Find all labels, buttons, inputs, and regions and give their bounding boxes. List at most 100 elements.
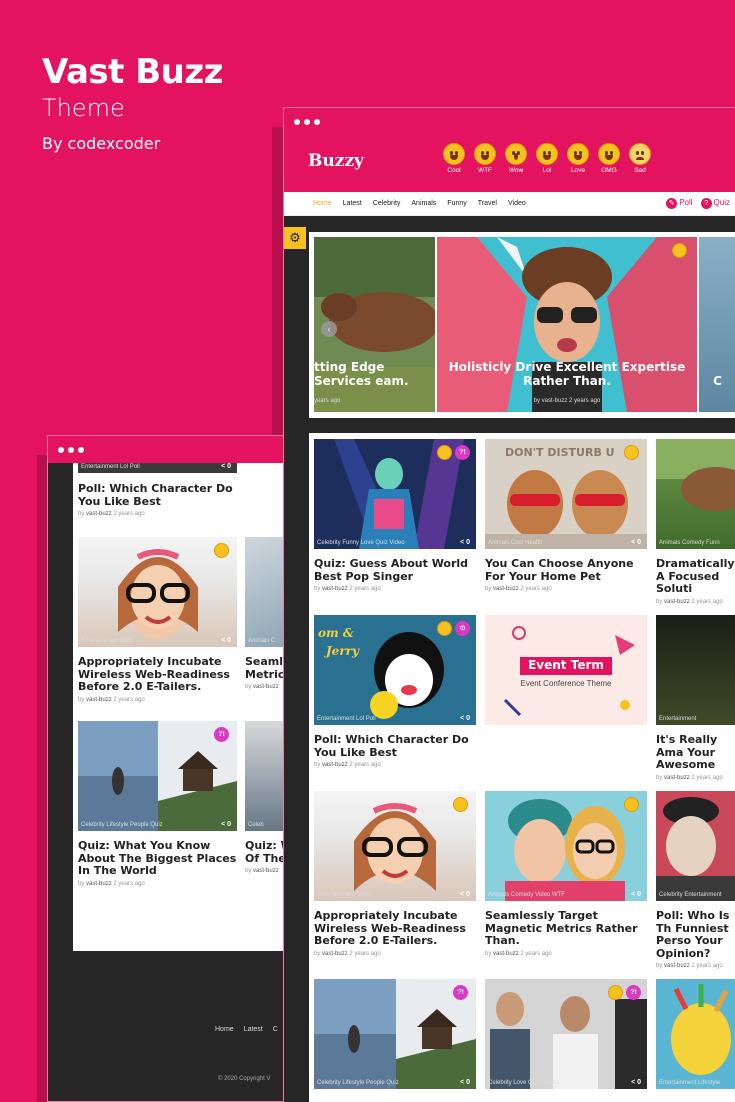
post-card[interactable]: om & Jerry ⊙ Entertainment Lol Poll < 0 …: [314, 615, 476, 768]
reaction-omg[interactable]: OMG: [597, 143, 621, 174]
post-title[interactable]: Poll: Which Character Do You Like Best: [78, 482, 237, 508]
slider-prev-icon[interactable]: ‹: [321, 321, 337, 337]
slide-caption[interactable]: C: [699, 374, 735, 388]
reaction-lol[interactable]: Lol: [535, 143, 559, 174]
post-thumbnail[interactable]: Animals Comedy Funn: [656, 439, 735, 549]
reaction-sad[interactable]: Sad: [628, 143, 652, 174]
post-title[interactable]: You Can Choose Anyone For Your Home Pet: [485, 557, 647, 583]
post-title[interactable]: Dramatically A Focused Soluti: [656, 557, 735, 596]
post-thumbnail[interactable]: Entertainment OMG < 0: [314, 791, 476, 901]
post-card[interactable]: Entertainment It's Really Ama Your Aweso…: [656, 615, 735, 781]
slide[interactable]: ‹ tting Edge Services eam. years ago: [314, 237, 435, 412]
reaction-wtf[interactable]: WTF: [473, 143, 497, 174]
ad-card[interactable]: Event Term Event Conference Theme: [485, 615, 647, 725]
post-thumbnail[interactable]: ?! Celebrity Funny Love Quiz Video < 0: [314, 439, 476, 549]
post-card[interactable]: Celebrity Entertainment Poll: Who Is Th …: [656, 791, 735, 969]
share-count[interactable]: < 0: [631, 539, 641, 546]
share-count[interactable]: < 0: [631, 1079, 641, 1086]
slide-caption[interactable]: tting Edge Services eam.: [314, 360, 435, 388]
post-thumbnail[interactable]: Entertainment OMG < 0: [78, 537, 237, 647]
nav-item-celebrity[interactable]: Celebrity: [373, 200, 401, 207]
nav-item-video[interactable]: Video: [508, 200, 526, 207]
post-tags: Celeb: [248, 822, 264, 828]
footer-nav-item[interactable]: C: [273, 1026, 278, 1033]
share-count[interactable]: < 0: [460, 715, 470, 722]
share-count[interactable]: < 0: [221, 821, 231, 828]
slide-caption[interactable]: Holisticly Drive Excellent Expertise Rat…: [437, 360, 697, 388]
ad-banner[interactable]: Event Term Event Conference Theme: [485, 615, 647, 725]
slide-author[interactable]: vast-buzz: [542, 398, 568, 404]
quiz-link[interactable]: ? Quiz: [700, 198, 730, 209]
nav-item-animals[interactable]: Animals: [411, 200, 436, 207]
slide[interactable]: Holisticly Drive Excellent Expertise Rat…: [437, 237, 697, 412]
post-card[interactable]: ?! Celebrity Lifestyle People Quiz < 0: [314, 979, 476, 1089]
post-card[interactable]: Entertainment OMG < 0 Appropriately Incu…: [314, 791, 476, 957]
post-title[interactable]: Poll: Which Character Do You Like Best: [314, 733, 476, 759]
post-author[interactable]: vast-buzz: [493, 951, 519, 957]
post-title[interactable]: Quiz: What You Know About The Biggest Pl…: [78, 839, 237, 878]
post-card[interactable]: Entertainment Lol Poll < 0 Poll: Which C…: [78, 463, 237, 517]
share-count[interactable]: < 0: [460, 1079, 470, 1086]
post-author[interactable]: vast-buzz: [322, 586, 348, 592]
post-thumbnail[interactable]: ?! Celebrity Lifestyle People Quiz < 0: [78, 721, 237, 831]
footer-nav-item[interactable]: Home: [215, 1026, 234, 1033]
post-thumbnail[interactable]: ?! Celebrity Lifestyle People Quiz < 0: [314, 979, 476, 1089]
reaction-cool[interactable]: Cool: [442, 143, 466, 174]
post-author[interactable]: vast-buzz: [86, 881, 112, 887]
post-thumbnail[interactable]: Entertainment Lifestyle: [656, 979, 735, 1089]
post-card[interactable]: DON'T DISTURB U Animals Cool Health < 0 …: [485, 439, 647, 592]
post-card[interactable]: Animals C Seamle Metrics by vast-buzz: [245, 537, 283, 690]
share-count[interactable]: < 0: [631, 891, 641, 898]
post-author[interactable]: vast-buzz: [253, 868, 279, 874]
nav-item-travel[interactable]: Travel: [478, 200, 497, 207]
post-author[interactable]: vast-buzz: [493, 586, 519, 592]
reaction-love[interactable]: Love: [566, 143, 590, 174]
poll-link[interactable]: ✎ Poll: [666, 198, 693, 209]
post-title[interactable]: Poll: Who Is Th Funniest Perso Your Opin…: [656, 909, 735, 960]
reaction-wow[interactable]: Wow: [504, 143, 528, 174]
post-title[interactable]: It's Really Ama Your Awesome: [656, 733, 735, 772]
slide[interactable]: C: [699, 237, 735, 412]
post-author[interactable]: vast-buzz: [664, 599, 690, 605]
share-count[interactable]: < 0: [460, 539, 470, 546]
nav-item-funny[interactable]: Funny: [447, 200, 466, 207]
post-card[interactable]: Entertainment Lifestyle: [656, 979, 735, 1089]
post-thumbnail[interactable]: Entertainment: [656, 615, 735, 725]
nav-item-home[interactable]: Home: [313, 200, 332, 207]
post-title[interactable]: Appropriately Incubate Wireless Web-Read…: [314, 909, 476, 948]
post-author[interactable]: vast-buzz: [86, 511, 112, 517]
post-author[interactable]: vast-buzz: [664, 963, 690, 969]
post-title[interactable]: Seamle Metrics: [245, 655, 283, 681]
post-card[interactable]: Animals Comedy Funn Dramatically A Focus…: [656, 439, 735, 605]
share-count[interactable]: < 0: [221, 637, 231, 644]
post-thumbnail[interactable]: ?! Celebrity Love Quiz Sports < 0: [485, 979, 647, 1089]
share-count[interactable]: < 0: [460, 891, 470, 898]
post-thumbnail[interactable]: Animals Comedy Video WTF < 0: [485, 791, 647, 901]
post-thumbnail[interactable]: om & Jerry ⊙ Entertainment Lol Poll < 0: [314, 615, 476, 725]
post-thumbnail[interactable]: Entertainment Lol Poll < 0: [78, 463, 237, 473]
post-card[interactable]: Entertainment OMG < 0 Appropriately Incu…: [78, 537, 237, 703]
post-author[interactable]: vast-buzz: [253, 684, 279, 690]
post-title[interactable]: Quiz: W Of The: [245, 839, 283, 865]
post-card[interactable]: ?! Celebrity Funny Love Quiz Video < 0 Q…: [314, 439, 476, 592]
post-card[interactable]: ?! Celebrity Love Quiz Sports < 0: [485, 979, 647, 1089]
settings-gear-icon[interactable]: ⚙: [284, 227, 306, 249]
post-thumbnail[interactable]: Celeb: [245, 721, 283, 831]
post-author[interactable]: vast-buzz: [322, 951, 348, 957]
post-thumbnail[interactable]: Animals C: [245, 537, 283, 647]
post-card[interactable]: Animals Comedy Video WTF < 0 Seamlessly …: [485, 791, 647, 957]
post-title[interactable]: Quiz: Guess About World Best Pop Singer: [314, 557, 476, 583]
footer-nav-item[interactable]: Latest: [244, 1026, 263, 1033]
post-title[interactable]: Seamlessly Target Magnetic Metrics Rathe…: [485, 909, 647, 948]
nav-item-latest[interactable]: Latest: [343, 200, 362, 207]
site-logo[interactable]: Buzzy: [308, 151, 364, 171]
post-title[interactable]: Appropriately Incubate Wireless Web-Read…: [78, 655, 237, 694]
post-thumbnail[interactable]: Celebrity Entertainment: [656, 791, 735, 901]
post-author[interactable]: vast-buzz: [322, 762, 348, 768]
post-author[interactable]: vast-buzz: [86, 697, 112, 703]
post-card[interactable]: Celeb Quiz: W Of The by vast-buzz: [245, 721, 283, 874]
post-thumbnail[interactable]: DON'T DISTURB U Animals Cool Health < 0: [485, 439, 647, 549]
post-author[interactable]: vast-buzz: [664, 775, 690, 781]
share-count[interactable]: < 0: [221, 463, 231, 470]
post-card[interactable]: ?! Celebrity Lifestyle People Quiz < 0 Q…: [78, 721, 237, 887]
